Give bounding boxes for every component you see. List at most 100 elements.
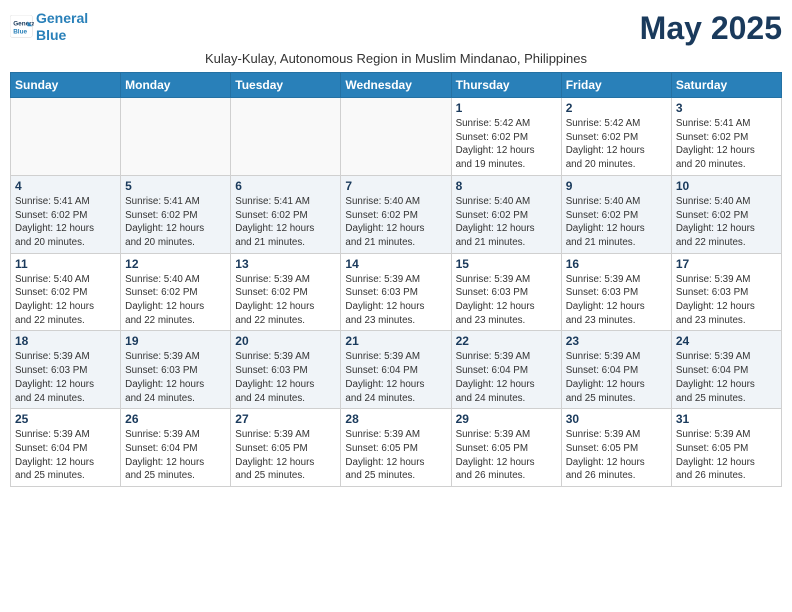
day-number: 2	[566, 101, 667, 115]
day-info: Sunrise: 5:40 AMSunset: 6:02 PMDaylight:…	[345, 195, 446, 250]
day-number: 13	[235, 257, 336, 271]
svg-text:General: General	[13, 20, 34, 27]
day-info: Sunrise: 5:39 AMSunset: 6:04 PMDaylight:…	[15, 428, 116, 483]
day-cell: 25Sunrise: 5:39 AMSunset: 6:04 PMDayligh…	[11, 409, 121, 487]
day-info: Sunrise: 5:39 AMSunset: 6:03 PMDaylight:…	[125, 350, 226, 405]
day-number: 20	[235, 334, 336, 348]
day-cell: 16 Sunrise: 5:39 AMSunset: 6:03 PMDayligh…	[561, 253, 671, 331]
day-info: Sunrise: 5:40 AMSunset: 6:02 PMDaylight:…	[456, 195, 557, 250]
day-info: Sunrise: 5:39 AMSunset: 6:04 PMDaylight:…	[345, 350, 446, 405]
day-cell: 3Sunrise: 5:41 AMSunset: 6:02 PMDaylight…	[671, 98, 781, 176]
day-number: 10	[676, 179, 777, 193]
day-cell	[341, 98, 451, 176]
day-number: 29	[456, 412, 557, 426]
day-number: 22	[456, 334, 557, 348]
day-info: Sunrise: 5:39 AMSunset: 6:03 PMDaylight:…	[456, 273, 557, 328]
day-info: Sunrise: 5:40 AMSunset: 6:02 PMDaylight:…	[566, 195, 667, 250]
weekday-sunday: Sunday	[11, 73, 121, 98]
day-number: 6	[235, 179, 336, 193]
day-cell: 17 Sunrise: 5:39 AMSunset: 6:03 PMDayligh…	[671, 253, 781, 331]
day-info: Sunrise: 5:39 AMSunset: 6:03 PMDaylight:…	[566, 273, 667, 328]
day-info: Sunrise: 5:39 AMSunset: 6:04 PMDaylight:…	[566, 350, 667, 405]
day-info: Sunrise: 5:39 AMSunset: 6:04 PMDaylight:…	[456, 350, 557, 405]
weekday-saturday: Saturday	[671, 73, 781, 98]
day-cell: 30Sunrise: 5:39 AMSunset: 6:05 PMDayligh…	[561, 409, 671, 487]
day-cell: 6 Sunrise: 5:41 AMSunset: 6:02 PMDaylight…	[231, 175, 341, 253]
week-row-5: 25Sunrise: 5:39 AMSunset: 6:04 PMDayligh…	[11, 409, 782, 487]
day-cell: 14Sunrise: 5:39 AMSunset: 6:03 PMDayligh…	[341, 253, 451, 331]
day-cell: 23Sunrise: 5:39 AMSunset: 6:04 PMDayligh…	[561, 331, 671, 409]
day-info: Sunrise: 5:41 AMSunset: 6:02 PMDaylight:…	[125, 195, 226, 250]
day-cell: 27 Sunrise: 5:39 AMSunset: 6:05 PMDayligh…	[231, 409, 341, 487]
weekday-monday: Monday	[121, 73, 231, 98]
day-info: Sunrise: 5:39 AMSunset: 6:03 PMDaylight:…	[15, 350, 116, 405]
day-cell: 13 Sunrise: 5:39 AMSunset: 6:02 PMDayligh…	[231, 253, 341, 331]
day-info: Sunrise: 5:40 AMSunset: 6:02 PMDaylight:…	[15, 273, 116, 328]
weekday-wednesday: Wednesday	[341, 73, 451, 98]
day-info: Sunrise: 5:39 AMSunset: 6:05 PMDaylight:…	[345, 428, 446, 483]
day-cell: 29 Sunrise: 5:39 AMSunset: 6:05 PMDayligh…	[451, 409, 561, 487]
day-info: Sunrise: 5:42 AMSunset: 6:02 PMDaylight:…	[456, 117, 557, 172]
week-row-1: 1 Sunrise: 5:42 AMSunset: 6:02 PMDaylight…	[11, 98, 782, 176]
day-cell: 26 Sunrise: 5:39 AMSunset: 6:04 PMDayligh…	[121, 409, 231, 487]
day-info: Sunrise: 5:41 AMSunset: 6:02 PMDaylight:…	[15, 195, 116, 250]
day-number: 19	[125, 334, 226, 348]
day-info: Sunrise: 5:40 AMSunset: 6:02 PMDaylight:…	[676, 195, 777, 250]
week-row-3: 11Sunrise: 5:40 AMSunset: 6:02 PMDayligh…	[11, 253, 782, 331]
day-number: 24	[676, 334, 777, 348]
calendar: SundayMondayTuesdayWednesdayThursdayFrid…	[10, 72, 782, 487]
day-number: 16	[566, 257, 667, 271]
weekday-thursday: Thursday	[451, 73, 561, 98]
day-number: 27	[235, 412, 336, 426]
day-cell: 21Sunrise: 5:39 AMSunset: 6:04 PMDayligh…	[341, 331, 451, 409]
day-cell: 18Sunrise: 5:39 AMSunset: 6:03 PMDayligh…	[11, 331, 121, 409]
day-number: 14	[345, 257, 446, 271]
day-cell: 19 Sunrise: 5:39 AMSunset: 6:03 PMDayligh…	[121, 331, 231, 409]
day-number: 30	[566, 412, 667, 426]
day-cell: 22 Sunrise: 5:39 AMSunset: 6:04 PMDayligh…	[451, 331, 561, 409]
day-cell: 10 Sunrise: 5:40 AMSunset: 6:02 PMDayligh…	[671, 175, 781, 253]
header: General Blue General Blue May 2025	[10, 10, 782, 47]
day-cell: 5 Sunrise: 5:41 AMSunset: 6:02 PMDaylight…	[121, 175, 231, 253]
day-number: 3	[676, 101, 777, 115]
day-number: 15	[456, 257, 557, 271]
logo-line2: Blue	[36, 27, 66, 43]
day-info: Sunrise: 5:39 AMSunset: 6:04 PMDaylight:…	[676, 350, 777, 405]
day-info: Sunrise: 5:39 AMSunset: 6:05 PMDaylight:…	[456, 428, 557, 483]
day-number: 8	[456, 179, 557, 193]
day-info: Sunrise: 5:39 AMSunset: 6:03 PMDaylight:…	[235, 350, 336, 405]
day-info: Sunrise: 5:41 AMSunset: 6:02 PMDaylight:…	[235, 195, 336, 250]
day-info: Sunrise: 5:39 AMSunset: 6:03 PMDaylight:…	[676, 273, 777, 328]
day-cell: 28 Sunrise: 5:39 AMSunset: 6:05 PMDayligh…	[341, 409, 451, 487]
day-number: 7	[345, 179, 446, 193]
weekday-header-row: SundayMondayTuesdayWednesdayThursdayFrid…	[11, 73, 782, 98]
day-cell: 1 Sunrise: 5:42 AMSunset: 6:02 PMDaylight…	[451, 98, 561, 176]
day-info: Sunrise: 5:42 AMSunset: 6:02 PMDaylight:…	[566, 117, 667, 172]
day-number: 5	[125, 179, 226, 193]
day-number: 26	[125, 412, 226, 426]
calendar-body: 1 Sunrise: 5:42 AMSunset: 6:02 PMDaylight…	[11, 98, 782, 487]
day-cell: 7 Sunrise: 5:40 AMSunset: 6:02 PMDaylight…	[341, 175, 451, 253]
day-cell: 9Sunrise: 5:40 AMSunset: 6:02 PMDaylight…	[561, 175, 671, 253]
week-row-4: 18Sunrise: 5:39 AMSunset: 6:03 PMDayligh…	[11, 331, 782, 409]
day-info: Sunrise: 5:39 AMSunset: 6:04 PMDaylight:…	[125, 428, 226, 483]
logo-line1: General	[36, 10, 88, 26]
logo: General Blue General Blue	[10, 10, 88, 44]
svg-text:Blue: Blue	[13, 28, 27, 35]
day-number: 4	[15, 179, 116, 193]
day-number: 1	[456, 101, 557, 115]
day-cell: 2 Sunrise: 5:42 AMSunset: 6:02 PMDaylight…	[561, 98, 671, 176]
logo-text: General Blue	[36, 10, 88, 44]
day-info: Sunrise: 5:39 AMSunset: 6:05 PMDaylight:…	[235, 428, 336, 483]
day-cell: 24 Sunrise: 5:39 AMSunset: 6:04 PMDayligh…	[671, 331, 781, 409]
day-cell: 31Sunrise: 5:39 AMSunset: 6:05 PMDayligh…	[671, 409, 781, 487]
day-info: Sunrise: 5:39 AMSunset: 6:02 PMDaylight:…	[235, 273, 336, 328]
day-number: 17	[676, 257, 777, 271]
day-info: Sunrise: 5:40 AMSunset: 6:02 PMDaylight:…	[125, 273, 226, 328]
week-row-2: 4 Sunrise: 5:41 AMSunset: 6:02 PMDaylight…	[11, 175, 782, 253]
weekday-friday: Friday	[561, 73, 671, 98]
day-cell	[231, 98, 341, 176]
day-cell	[121, 98, 231, 176]
day-number: 28	[345, 412, 446, 426]
day-cell: 20 Sunrise: 5:39 AMSunset: 6:03 PMDayligh…	[231, 331, 341, 409]
